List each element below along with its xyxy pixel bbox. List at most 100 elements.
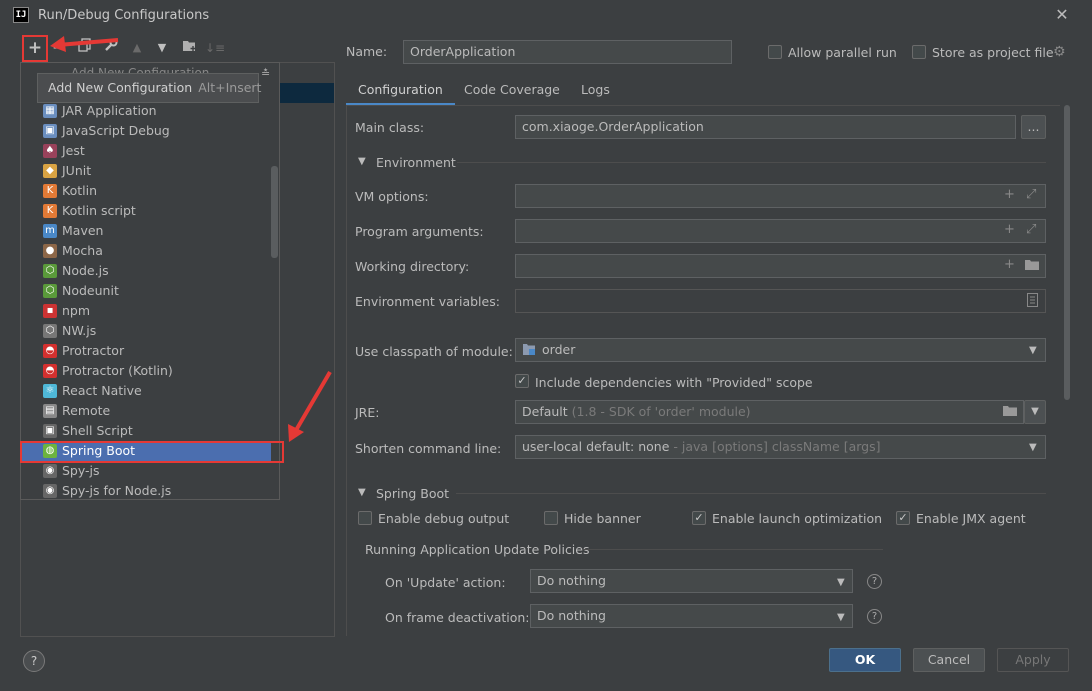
add-configuration-popup[interactable]: Add New Configuration ≛ ▦ JAR Application… (20, 62, 280, 500)
close-icon[interactable]: ✕ (1052, 5, 1072, 25)
hide-banner-checkbox[interactable] (544, 511, 558, 525)
vm-options-expand-icon[interactable]: ⤢ (1026, 187, 1036, 202)
popup-item-protractor-kotlin[interactable]: ◓ Protractor (Kotlin) (21, 361, 271, 381)
on-frame-help-icon[interactable]: ? (867, 609, 882, 624)
popup-item-node-js[interactable]: ⬡ Node.js (21, 261, 271, 281)
name-input[interactable]: OrderApplication (403, 40, 732, 64)
on-update-chevron-down-icon[interactable]: ▼ (837, 577, 845, 588)
environment-divider (457, 162, 1046, 163)
folder-add-icon[interactable] (179, 38, 199, 58)
form-scrollbar[interactable] (1064, 105, 1070, 400)
jmx-agent-checkbox[interactable]: ✓ (896, 511, 910, 525)
remove-icon[interactable]: − (49, 38, 69, 58)
copy-icon[interactable] (75, 38, 95, 58)
shorten-chevron-down-icon[interactable]: ▼ (1029, 442, 1037, 453)
jre-folder-icon[interactable] (1002, 405, 1018, 420)
main-class-input[interactable]: com.xiaoge.OrderApplication (515, 115, 1016, 139)
tab-logs[interactable]: Logs (569, 78, 622, 106)
help-button[interactable]: ? (23, 650, 45, 672)
allow-parallel-checkbox[interactable] (768, 45, 782, 59)
move-down-icon[interactable]: ▼ (152, 38, 172, 58)
include-deps-checkbox[interactable]: ✓ (515, 374, 529, 388)
popup-item-protractor[interactable]: ◓ Protractor (21, 341, 271, 361)
popup-item-label: npm (62, 303, 91, 318)
popup-item-nw-js[interactable]: ⬡ NW.js (21, 321, 271, 341)
shorten-label: Shorten command line: (355, 441, 502, 456)
gear-icon[interactable]: ⚙ (1053, 44, 1066, 60)
program-args-input[interactable] (515, 219, 1046, 243)
popup-item-label: Jest (62, 143, 85, 158)
nodejs-icon: ⬡ (43, 264, 57, 278)
spyjs-node-icon: ◉ (43, 484, 57, 498)
folder-icon[interactable] (1024, 259, 1040, 274)
env-vars-input[interactable] (515, 289, 1046, 313)
vm-options-add-icon[interactable]: + (1004, 187, 1015, 202)
add-configuration-tooltip: Add New Configuration Alt+Insert (37, 73, 261, 103)
jre-chevron-down-icon[interactable]: ▼ (1024, 400, 1046, 424)
launch-optimization-label: Enable launch optimization (712, 511, 883, 526)
popup-item-remote[interactable]: ▤ Remote (21, 401, 271, 421)
classpath-chevron-down-icon[interactable]: ▼ (1029, 345, 1037, 356)
popup-item-jar-application[interactable]: ▦ JAR Application (21, 101, 271, 121)
popup-item-react-native[interactable]: ⚛ React Native (21, 381, 271, 401)
popup-item-label: Remote (62, 403, 111, 418)
classpath-select[interactable]: order (515, 338, 1046, 362)
shell-icon: ▣ (43, 424, 57, 438)
apply-button[interactable]: Apply (997, 648, 1069, 672)
ok-button[interactable]: OK (829, 648, 901, 672)
on-frame-select[interactable]: Do nothing (530, 604, 853, 628)
spyjs-icon: ◉ (43, 464, 57, 478)
popup-item-mocha[interactable]: ● Mocha (21, 241, 271, 261)
popup-scrollbar[interactable] (271, 166, 278, 258)
mocha-icon: ● (43, 244, 57, 258)
launch-optimization-checkbox[interactable]: ✓ (692, 511, 706, 525)
program-args-expand-icon[interactable]: ⤢ (1026, 222, 1036, 237)
popup-item-spy-js-for-node-js[interactable]: ◉ Spy-js for Node.js (21, 481, 271, 501)
popup-item-javascript-debug[interactable]: ▣ JavaScript Debug (21, 121, 271, 141)
spring-boot-header: Spring Boot (376, 486, 450, 501)
tab-configuration[interactable]: Configuration (346, 78, 455, 106)
main-class-browse-button[interactable]: ... (1021, 115, 1046, 139)
cancel-button[interactable]: Cancel (913, 648, 985, 672)
popup-item-junit[interactable]: ◆ JUnit (21, 161, 271, 181)
popup-item-maven[interactable]: m Maven (21, 221, 271, 241)
enable-debug-label: Enable debug output (378, 511, 510, 526)
collapse-icon[interactable]: ≛ (261, 67, 270, 80)
tab-code-coverage[interactable]: Code Coverage (452, 78, 572, 106)
sort-icon[interactable]: ↓≡ (205, 38, 225, 58)
working-dir-add-icon[interactable]: + (1004, 257, 1015, 272)
update-policies-header: Running Application Update Policies (365, 542, 590, 557)
document-icon[interactable] (1027, 293, 1038, 310)
popup-item-label: Maven (62, 223, 104, 238)
spring-boot-collapse-icon[interactable]: ▼ (358, 487, 366, 498)
store-project-checkbox[interactable] (912, 45, 926, 59)
popup-item-nodeunit[interactable]: ⬡ Nodeunit (21, 281, 271, 301)
popup-item-kotlin-script[interactable]: K Kotlin script (21, 201, 271, 221)
on-update-label: On 'Update' action: (385, 575, 506, 590)
popup-item-spy-js[interactable]: ◉ Spy-js (21, 461, 271, 481)
shorten-select[interactable]: user-local default: none - java [options… (515, 435, 1046, 459)
environment-header: Environment (376, 155, 456, 170)
tree-selected-row (280, 83, 334, 103)
classpath-value: order (542, 342, 576, 357)
on-update-select[interactable]: Do nothing (530, 569, 853, 593)
popup-item-jest[interactable]: ♠ Jest (21, 141, 271, 161)
update-policies-divider (583, 549, 883, 550)
jre-input[interactable]: Default (1.8 - SDK of 'order' module) (515, 400, 1024, 424)
wrench-icon[interactable] (101, 38, 121, 58)
move-up-icon[interactable]: ▲ (127, 38, 147, 58)
include-deps-label: Include dependencies with "Provided" sco… (535, 375, 813, 390)
program-args-add-icon[interactable]: + (1004, 222, 1015, 237)
popup-item-shell-script[interactable]: ▣ Shell Script (21, 421, 271, 441)
popup-item-kotlin[interactable]: K Kotlin (21, 181, 271, 201)
on-update-help-icon[interactable]: ? (867, 574, 882, 589)
on-frame-chevron-down-icon[interactable]: ▼ (837, 612, 845, 623)
env-vars-label: Environment variables: (355, 294, 500, 309)
vm-options-input[interactable] (515, 184, 1046, 208)
jre-label: JRE: (355, 405, 380, 420)
environment-collapse-icon[interactable]: ▼ (358, 156, 366, 167)
working-dir-input[interactable] (515, 254, 1046, 278)
popup-item-npm[interactable]: ▪ npm (21, 301, 271, 321)
jmx-agent-label: Enable JMX agent (916, 511, 1026, 526)
enable-debug-checkbox[interactable] (358, 511, 372, 525)
